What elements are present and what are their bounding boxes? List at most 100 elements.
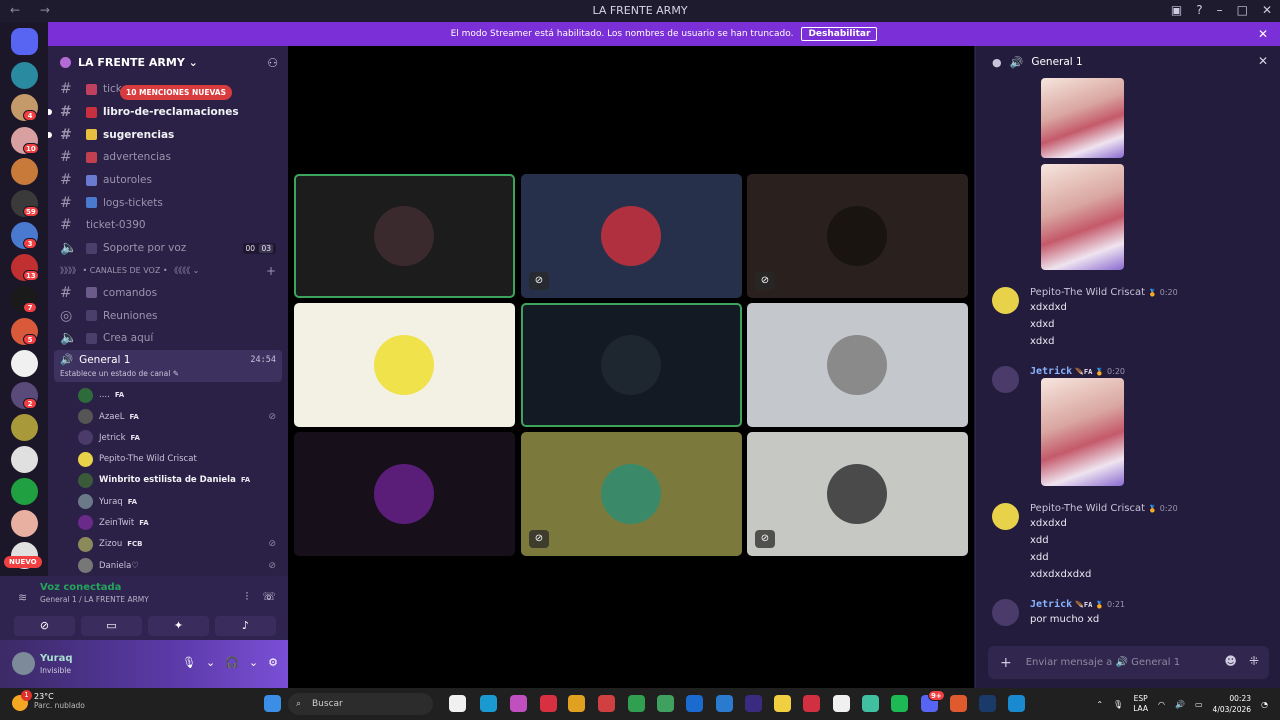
message-author[interactable]: Pepito-The Wild Criscat 🏅 0:20 <box>1030 503 1178 514</box>
microphone-icon[interactable]: 🎙 <box>182 656 196 669</box>
edge-icon[interactable] <box>480 695 497 712</box>
voice-member[interactable]: Pepito-The Wild Criscat <box>48 448 288 469</box>
server-icon[interactable] <box>11 158 38 185</box>
message-author[interactable]: Jetrick 🪶FA 🏅 0:21 <box>1030 599 1125 610</box>
camera-off-button[interactable]: ⊘ <box>14 616 75 636</box>
windows-start-icon[interactable] <box>264 695 281 712</box>
close-button[interactable]: ✕ <box>1262 3 1272 17</box>
server-icon[interactable] <box>11 414 38 441</box>
voice-category[interactable]: 》》》》 • CANALES DE VOZ • 《《《《 ⌄ + <box>48 260 288 282</box>
video-tile[interactable] <box>294 174 515 298</box>
video-tile[interactable]: ⊘ <box>521 432 742 556</box>
channel-comandos[interactable]: # comandos <box>48 282 288 305</box>
voice-member[interactable]: Zizou FCB ⊘ <box>48 534 288 555</box>
video-tile[interactable]: ⊘ <box>747 432 968 556</box>
voice-member[interactable]: .... FA <box>48 385 288 406</box>
screen-share-button[interactable]: ▭ <box>81 616 142 636</box>
sticky-notes-icon[interactable] <box>774 695 791 712</box>
guild-header[interactable]: LA FRENTE ARMY ⌄ ⚇ <box>48 46 288 78</box>
avatar[interactable] <box>992 287 1019 314</box>
chevron-up-icon[interactable]: ⌃ <box>1096 700 1103 709</box>
microphone-icon[interactable]: 🎙 <box>1113 700 1123 709</box>
new-mentions-pill[interactable]: 10 MENCIONES NUEVAS <box>120 85 232 100</box>
volume-icon[interactable]: 🔊 <box>1175 700 1185 709</box>
outlook-icon[interactable] <box>686 695 703 712</box>
inbox-icon[interactable]: ▣ <box>1171 3 1182 17</box>
voice-member[interactable]: Yuraq FA <box>48 491 288 512</box>
close-icon[interactable]: ✕ <box>1258 27 1268 41</box>
message-image[interactable] <box>1041 378 1124 486</box>
server-icon[interactable] <box>11 350 38 377</box>
voice-status[interactable]: Voz conectada <box>40 582 276 593</box>
avatar[interactable] <box>992 503 1019 530</box>
chevron-down-icon[interactable]: ⌄ <box>249 656 258 669</box>
chrome-profile-icon[interactable] <box>598 695 615 712</box>
server-icon[interactable] <box>11 446 38 473</box>
server-icon[interactable] <box>11 478 38 505</box>
avatar[interactable] <box>12 652 35 675</box>
copilot-icon[interactable] <box>510 695 527 712</box>
server-icon[interactable] <box>11 510 38 537</box>
add-attachment-icon[interactable]: + <box>1000 655 1012 671</box>
noise-suppression-icon[interactable]: ⫶ <box>245 590 248 604</box>
activities-button[interactable]: ✦ <box>148 616 209 636</box>
app-icon[interactable] <box>862 695 879 712</box>
video-tile[interactable] <box>294 432 515 556</box>
steam-icon[interactable] <box>979 695 996 712</box>
snip-icon[interactable] <box>540 695 557 712</box>
voice-member[interactable]: Winbrito estilista de Daniela FA <box>48 470 288 491</box>
message-author[interactable]: Jetrick 🪶FA 🏅 0:20 <box>1030 366 1125 377</box>
active-voice-channel[interactable]: 🔊 General 1 Establece un estado de canal … <box>54 349 282 382</box>
channel-logs-tickets[interactable]: # logs-tickets <box>48 191 288 214</box>
avatar[interactable] <box>992 366 1019 393</box>
video-tile[interactable] <box>521 303 742 427</box>
chrome-profile-icon[interactable] <box>628 695 645 712</box>
discord-home-icon[interactable] <box>11 28 38 55</box>
spotify-icon[interactable] <box>891 695 908 712</box>
avatar[interactable] <box>992 599 1019 626</box>
wifi-icon[interactable]: ◠ <box>1158 700 1165 709</box>
message-input[interactable]: + Enviar mensaje a 🔊 General 1 ☻ ⁜ <box>988 646 1269 679</box>
video-tile[interactable] <box>294 303 515 427</box>
taskbar-search[interactable]: ⌕ Buscar <box>288 693 433 715</box>
channel-advertencias[interactable]: # advertencias <box>48 146 288 169</box>
apps-icon[interactable]: ⁜ <box>1249 654 1259 668</box>
file-explorer-icon[interactable] <box>449 695 466 712</box>
emoji-icon[interactable]: ☻ <box>1224 654 1237 668</box>
app-icon[interactable] <box>950 695 967 712</box>
channel-autoroles[interactable]: # autoroles <box>48 169 288 192</box>
channel-reuniones[interactable]: ◎ Reuniones <box>48 304 288 327</box>
headphones-icon[interactable]: 🎧 <box>225 656 239 669</box>
message-image[interactable] <box>1041 164 1124 270</box>
chrome-icon[interactable] <box>568 695 585 712</box>
chevron-down-icon[interactable]: ⌄ <box>206 656 215 669</box>
minimize-button[interactable]: – <box>1217 3 1223 17</box>
battery-icon[interactable]: ▭ <box>1195 700 1203 709</box>
voice-member[interactable]: AzaeL FA ⊘ <box>48 406 288 427</box>
app-icon[interactable] <box>1008 695 1025 712</box>
channel-libro-de-reclamaciones[interactable]: # libro-de-reclamaciones <box>48 101 288 124</box>
soundboard-button[interactable]: ♪ <box>215 616 276 636</box>
language-indicator[interactable]: ESP LAA <box>1133 694 1148 714</box>
notifications-icon[interactable]: ◔ <box>1261 700 1268 709</box>
help-icon[interactable]: ? <box>1196 3 1202 17</box>
weather-widget[interactable]: 1 23°C Parc. nublado <box>12 690 85 711</box>
message-image[interactable] <box>1041 78 1124 158</box>
maximize-button[interactable]: □ <box>1237 3 1248 17</box>
obs-icon[interactable] <box>833 695 850 712</box>
channel-crea-aqui[interactable]: 🔈 Crea aquí <box>48 327 288 350</box>
channel-sugerencias[interactable]: # sugerencias <box>48 123 288 146</box>
video-tile[interactable]: ⊘ <box>521 174 742 298</box>
message-author[interactable]: Pepito-The Wild Criscat 🏅 0:20 <box>1030 287 1178 298</box>
channel-status[interactable]: Establece un estado de canal ✎ <box>60 369 276 378</box>
channel-ticket-0390[interactable]: # ticket-0390 <box>48 214 288 237</box>
voice-member[interactable]: Daniela♡ ⊘ <box>48 555 288 576</box>
channel-soporte-voz[interactable]: 🔈 Soporte por voz 00 03 <box>48 237 288 260</box>
chrome-profile-icon[interactable] <box>657 695 674 712</box>
video-tile[interactable] <box>747 303 968 427</box>
outlook-icon[interactable] <box>716 695 733 712</box>
clock[interactable]: 00:23 4/03/2026 <box>1213 693 1251 715</box>
server-icon[interactable] <box>11 62 38 89</box>
app-icon[interactable] <box>803 695 820 712</box>
disconnect-icon[interactable]: ☏ <box>262 590 276 604</box>
